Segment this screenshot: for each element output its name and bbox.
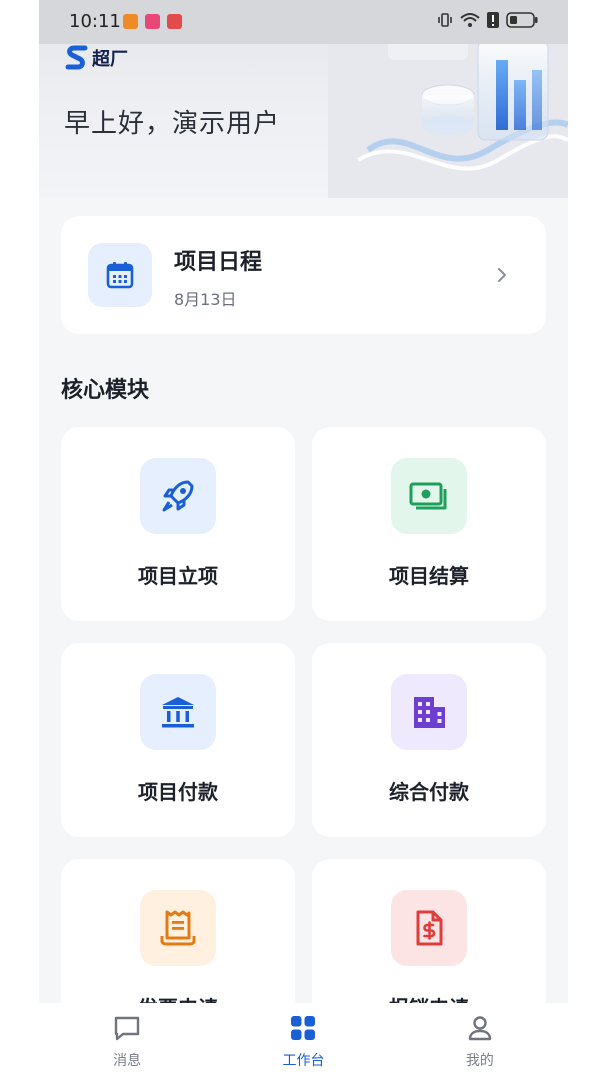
nav-item-messages[interactable]: 消息: [39, 1003, 215, 1080]
nav-label: 我的: [465, 1053, 494, 1069]
status-time: 10:11: [69, 11, 121, 32]
notification-app-icon: [167, 14, 182, 29]
notification-app-icon: [145, 14, 160, 29]
section-title: 核心模块: [61, 378, 150, 403]
nav-label: 消息: [113, 1053, 142, 1069]
profile-icon: [468, 1016, 492, 1041]
project-schedule-card[interactable]: 项目日程 8月13日: [61, 216, 546, 334]
nav-label: 工作台: [282, 1053, 325, 1069]
module-card-general-payment[interactable]: 综合付款: [312, 643, 546, 837]
building-icon: [391, 674, 467, 750]
workbench-icon: [291, 1016, 316, 1040]
alert-icon: [487, 12, 499, 28]
header-banner: 10:11 超厂 早上好，演示用户: [39, 0, 568, 198]
money-icon: [391, 458, 467, 534]
module-label: 项目立项: [138, 564, 218, 588]
module-label: 项目结算: [389, 564, 469, 588]
status-indicators: [437, 12, 538, 28]
module-label: 综合付款: [389, 780, 469, 804]
notification-app-icon: [123, 14, 138, 29]
chevron-right-icon: [498, 268, 506, 282]
vibrate-icon: [438, 13, 452, 27]
module-label: 项目付款: [138, 780, 218, 804]
greeting-text: 早上好，演示用户: [64, 109, 281, 139]
invoice-dollar-icon: [391, 890, 467, 966]
module-card-project-payment[interactable]: 项目付款: [61, 643, 295, 837]
rocket-icon: [140, 458, 216, 534]
battery-icon: [506, 12, 538, 28]
nav-item-profile[interactable]: 我的: [392, 1003, 568, 1080]
logo-mark-icon: [65, 45, 88, 70]
app-screen: 10:11 超厂 早上好，演示用户 项目日程 8月13日 核心模块 项目立项 项…: [39, 0, 568, 1080]
status-bar: 10:11: [39, 0, 568, 44]
module-card-project-initiation[interactable]: 项目立项: [61, 427, 295, 621]
module-card-project-settlement[interactable]: 项目结算: [312, 427, 546, 621]
nav-item-workbench[interactable]: 工作台: [215, 1003, 391, 1080]
bank-icon: [140, 674, 216, 750]
schedule-title: 项目日程: [174, 250, 263, 275]
calendar-icon: [88, 243, 152, 307]
logo-text: 超厂: [92, 49, 128, 70]
receipt-icon: [140, 890, 216, 966]
schedule-date: 8月13日: [174, 290, 237, 309]
bottom-navigation: 消息 工作台 我的: [39, 1003, 568, 1080]
wifi-icon: [460, 13, 480, 27]
app-logo: 超厂: [65, 45, 128, 71]
message-icon: [114, 1016, 140, 1041]
